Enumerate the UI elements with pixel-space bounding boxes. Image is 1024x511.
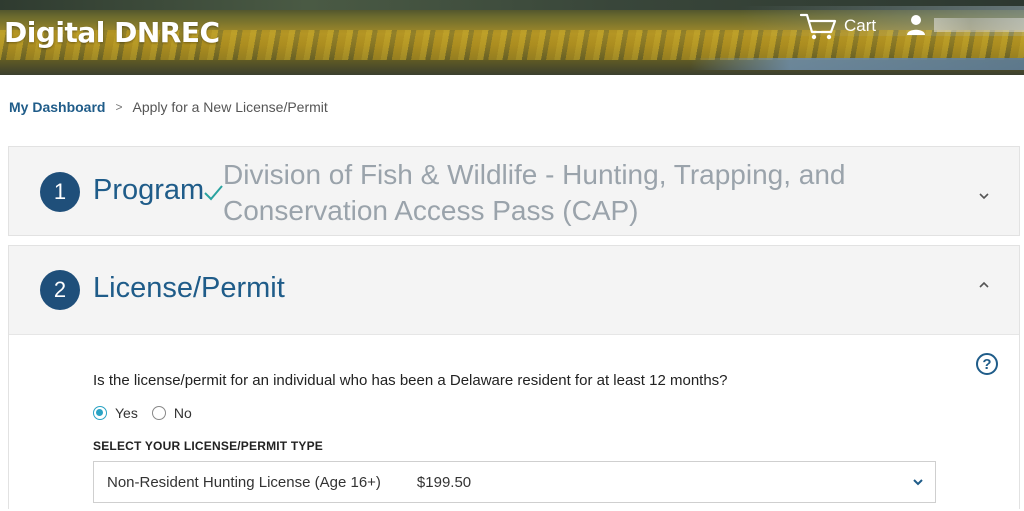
- step-title-program: Program: [93, 174, 205, 206]
- selected-license-name: Non-Resident Hunting License (Age 16+): [107, 473, 381, 491]
- residency-yes-radio[interactable]: Yes: [93, 405, 138, 421]
- residency-question: Is the license/permit for an individual …: [93, 372, 728, 389]
- radio-button-icon: [93, 406, 107, 420]
- user-icon: [907, 15, 925, 35]
- step-number-badge: 2: [40, 270, 80, 310]
- license-type-select[interactable]: Non-Resident Hunting License (Age 16+) $…: [93, 461, 936, 503]
- residency-radio-group: Yes No: [93, 405, 206, 421]
- selected-license-price: $199.50: [416, 473, 472, 491]
- radio-label-no: No: [173, 405, 192, 421]
- cart-link[interactable]: Cart: [800, 12, 876, 40]
- chevron-up-icon[interactable]: [977, 278, 991, 292]
- site-logo-title[interactable]: Digital DNREC: [4, 16, 220, 49]
- step-license-panel: 2 License/Permit ? Is the license/permit…: [8, 245, 1020, 511]
- help-icon[interactable]: ?: [976, 353, 998, 375]
- step-program-panel[interactable]: 1 Program Division of Fish & Wildlife - …: [8, 146, 1020, 236]
- checkmark-icon: [204, 185, 223, 201]
- license-type-label: SELECT YOUR LICENSE/PERMIT TYPE: [93, 439, 324, 453]
- user-name-redacted: [934, 18, 1024, 32]
- breadcrumb-current: Apply for a New License/Permit: [132, 99, 328, 115]
- step-title-license: License/Permit: [93, 272, 285, 304]
- radio-button-icon: [151, 406, 166, 420]
- cart-label: Cart: [844, 16, 877, 35]
- header-banner-water: [690, 58, 1024, 70]
- chevron-down-icon: [913, 479, 923, 486]
- breadcrumb: My Dashboard > Apply for a New License/P…: [9, 99, 328, 115]
- step-number-badge: 1: [40, 172, 80, 212]
- chevron-down-icon[interactable]: [977, 189, 991, 203]
- breadcrumb-separator: >: [115, 100, 123, 114]
- user-account-menu[interactable]: [906, 14, 1024, 36]
- cart-icon: [800, 13, 837, 40]
- radio-label-yes: Yes: [115, 405, 138, 421]
- breadcrumb-dashboard-link[interactable]: My Dashboard: [9, 99, 105, 115]
- selected-program-name: Division of Fish & Wildlife - Hunting, T…: [223, 159, 846, 226]
- residency-no-radio[interactable]: No: [151, 405, 192, 421]
- site-header: Digital DNREC Cart: [0, 0, 1024, 75]
- license-form-body: ? Is the license/permit for an individua…: [9, 334, 1019, 511]
